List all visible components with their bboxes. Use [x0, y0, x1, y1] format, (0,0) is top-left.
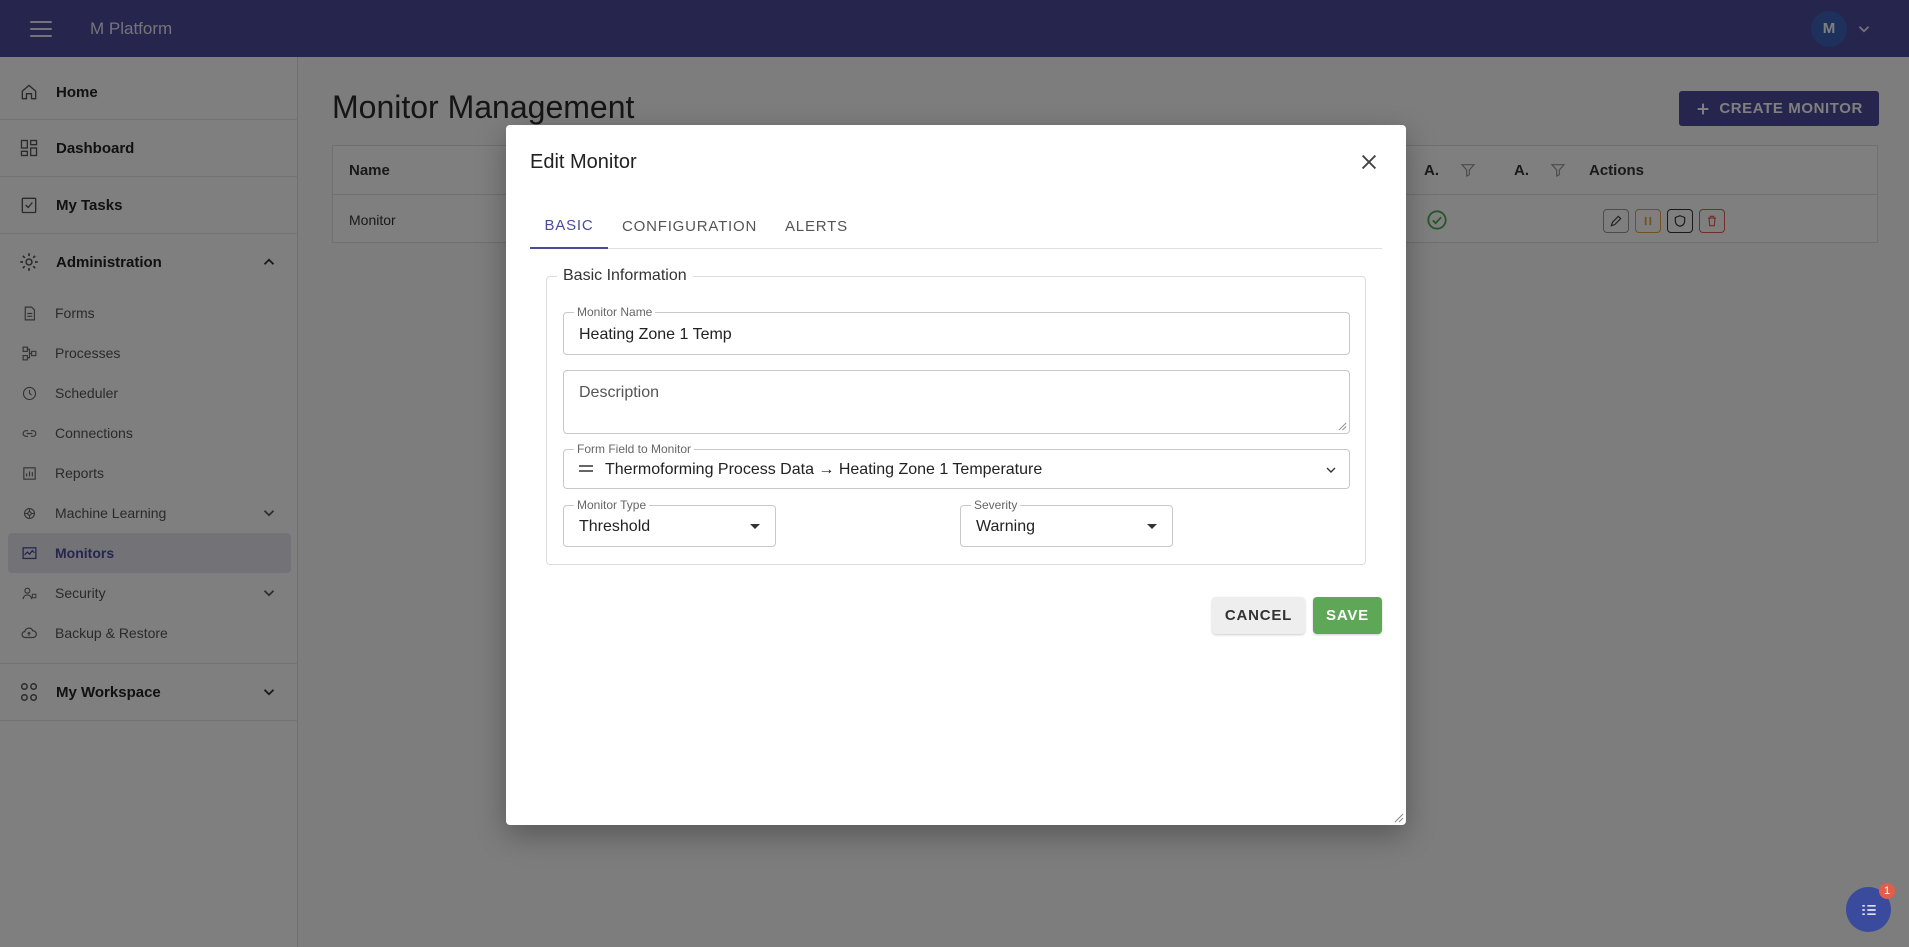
tasks-fab[interactable]: 1: [1846, 883, 1895, 932]
form-field-select[interactable]: Form Field to Monitor Thermoforming Proc…: [563, 442, 1350, 489]
tab-configuration[interactable]: CONFIGURATION: [622, 203, 757, 249]
cancel-button[interactable]: CANCEL: [1212, 597, 1305, 634]
description-field[interactable]: Description: [563, 370, 1350, 434]
severity-value: Warning: [976, 518, 1035, 535]
chevron-down-icon[interactable]: [1323, 462, 1339, 478]
severity-label: Severity: [971, 498, 1021, 512]
dialog-title: Edit Monitor: [530, 151, 637, 173]
dropdown-arrow-icon: [1147, 524, 1157, 529]
monitor-name-field[interactable]: Monitor Name Heating Zone 1 Temp: [563, 305, 1350, 355]
close-icon[interactable]: [1358, 151, 1380, 173]
form-field-value: Thermoforming Process Data → Heating Zon…: [605, 461, 1043, 478]
dropdown-arrow-icon: [750, 524, 760, 529]
save-button[interactable]: SAVE: [1313, 597, 1382, 634]
monitor-name-value: Heating Zone 1 Temp: [579, 326, 732, 343]
equals-icon: [579, 465, 593, 472]
dialog-resize-handle-icon[interactable]: [1394, 813, 1404, 823]
monitor-type-select[interactable]: Monitor Type Threshold: [563, 498, 776, 547]
dialog-tabs: BASIC CONFIGURATION ALERTS: [530, 203, 1382, 249]
monitor-name-label: Monitor Name: [574, 305, 656, 319]
edit-monitor-dialog: Edit Monitor BASIC CONFIGURATION ALERTS …: [506, 125, 1406, 825]
form-field-label: Form Field to Monitor: [574, 442, 695, 456]
section-title: Basic Information: [557, 267, 693, 285]
monitor-type-label: Monitor Type: [574, 498, 650, 512]
checklist-icon: [1861, 904, 1876, 915]
monitor-type-value: Threshold: [579, 518, 651, 535]
resize-handle-icon[interactable]: [1338, 422, 1347, 431]
basic-information-section: Basic Information Monitor Name Heating Z…: [546, 267, 1366, 565]
tab-basic[interactable]: BASIC: [530, 203, 608, 249]
notification-badge: 1: [1879, 883, 1895, 899]
tab-alerts[interactable]: ALERTS: [785, 203, 848, 249]
description-placeholder: Description: [579, 384, 660, 401]
severity-select[interactable]: Severity Warning: [960, 498, 1173, 547]
